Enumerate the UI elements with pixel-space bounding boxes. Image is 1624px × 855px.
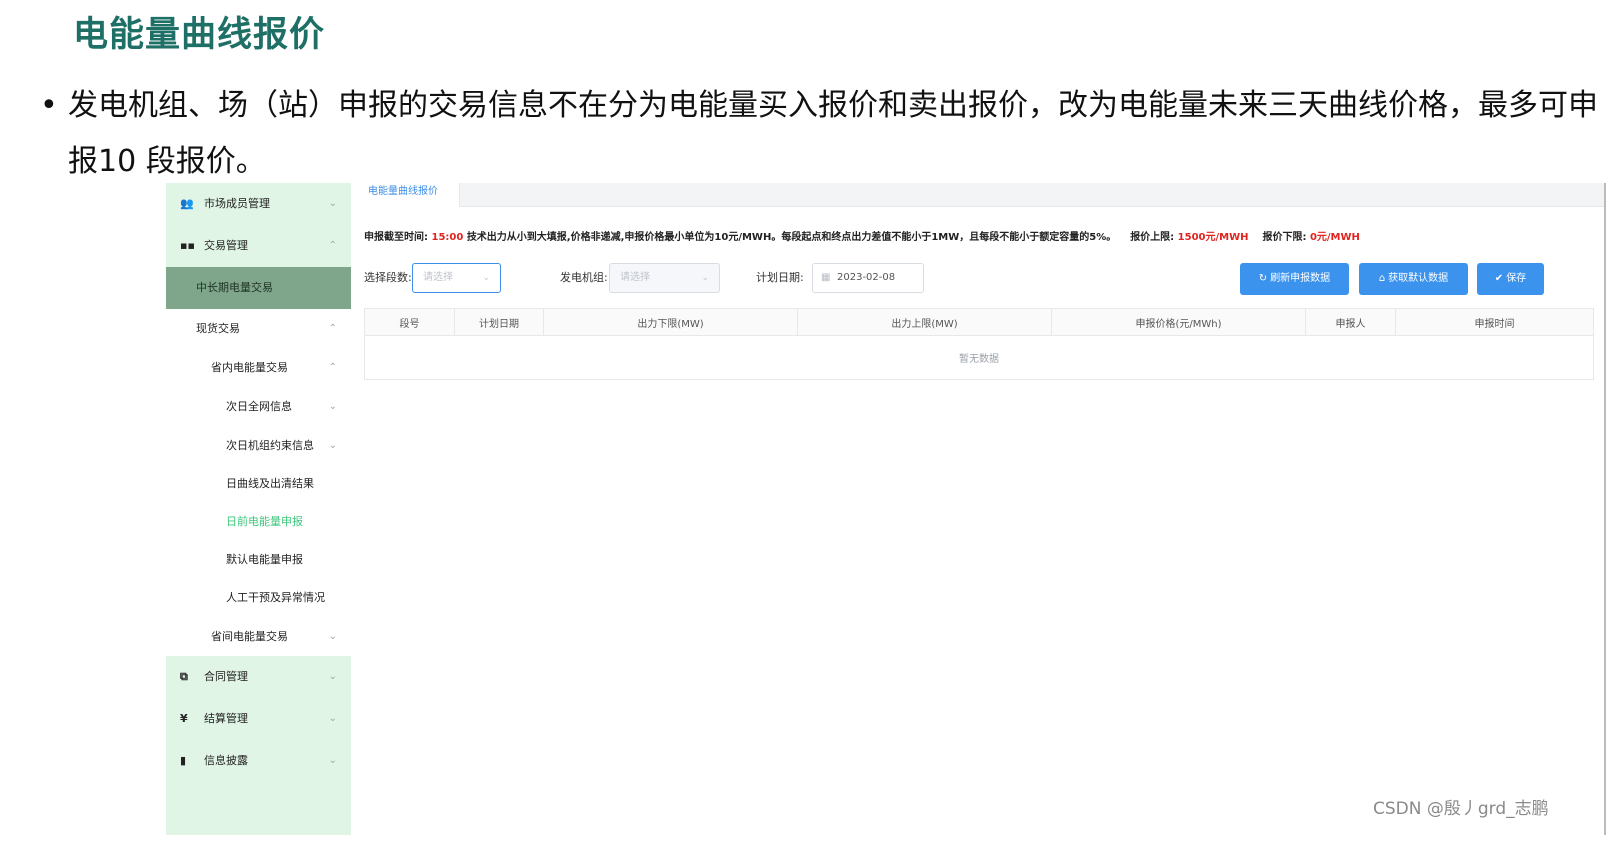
segments-placeholder: 请选择 bbox=[423, 272, 453, 283]
unit-select[interactable]: 请选择 ⌄ bbox=[609, 263, 720, 293]
chevron-up-icon: ⌃ bbox=[328, 362, 337, 373]
fetch-default-label: 获取默认数据 bbox=[1388, 273, 1449, 284]
plan-date-picker[interactable]: ▦ 2023-02-08 bbox=[812, 263, 924, 293]
save-button[interactable]: ✔ 保存 bbox=[1477, 263, 1544, 295]
sidebar-item-label: 结算管理 bbox=[204, 712, 248, 725]
sidebar-item-label: 省间电能量交易 bbox=[211, 630, 288, 643]
declaration-notice: 申报截至时间: 15:00 技术出力从小到大填报,价格非递减,申报价格最小单位为… bbox=[364, 228, 1360, 243]
sidebar-item-label: 日曲线及出清结果 bbox=[226, 477, 314, 490]
sidebar-item-manual-intervention[interactable]: 人工干预及异常情况 bbox=[166, 579, 351, 617]
unit-placeholder: 请选择 bbox=[620, 272, 650, 283]
main-panel: 电能量曲线报价 申报截至时间: 15:00 技术出力从小到大填报,价格非递减,申… bbox=[358, 183, 1606, 835]
refresh-label: 刷新申报数据 bbox=[1270, 273, 1331, 284]
sidebar-item-default-declaration[interactable]: 默认电能量申报 bbox=[166, 541, 351, 579]
chevron-down-icon: ⌄ bbox=[328, 631, 337, 642]
chevron-up-icon: ⌃ bbox=[328, 323, 337, 334]
sidebar-item-trade-management[interactable]: ▪▪ 交易管理 ⌃ bbox=[166, 225, 351, 267]
sidebar-item-label: 中长期电量交易 bbox=[196, 281, 273, 294]
sidebar-item-next-day-unit-constraints[interactable]: 次日机组约束信息 ⌄ bbox=[166, 426, 351, 465]
document-icon: ▮ bbox=[180, 754, 187, 767]
copy-icon: ⧉ bbox=[180, 670, 188, 683]
watermark: CSDN @殷丿grd_志鹏 bbox=[1373, 799, 1549, 819]
sidebar-item-label: 省内电能量交易 bbox=[211, 361, 288, 374]
sidebar-item-day-ahead-declaration[interactable]: 日前电能量申报 bbox=[166, 503, 351, 541]
save-label: 保存 bbox=[1506, 273, 1527, 284]
plan-date-label: 计划日期: bbox=[756, 271, 804, 284]
chevron-down-icon: ⌄ bbox=[328, 440, 337, 451]
notice-upper-label: 报价上限: bbox=[1130, 232, 1175, 243]
sidebar-item-mid-long-term[interactable]: 中长期电量交易 bbox=[166, 267, 351, 309]
sidebar-item-label: 人工干预及异常情况 bbox=[226, 591, 325, 604]
sidebar-item-disclosure[interactable]: ▮ 信息披露 ⌄ bbox=[166, 740, 351, 782]
sidebar-item-settlement[interactable]: ¥ 结算管理 ⌄ bbox=[166, 698, 351, 740]
refresh-icon: ↻ bbox=[1258, 273, 1268, 284]
chevron-down-icon: ⌄ bbox=[328, 671, 337, 682]
sidebar-submenu: 现货交易 ⌃ 省内电能量交易 ⌃ 次日全网信息 ⌄ 次日机组约束信息 ⌄ 日曲线… bbox=[166, 309, 351, 656]
fetch-default-button[interactable]: ⌂ 获取默认数据 bbox=[1359, 263, 1468, 295]
chevron-down-icon: ⌄ bbox=[482, 273, 490, 283]
col-declare-time[interactable]: 申报时间 bbox=[1395, 308, 1594, 336]
col-segment[interactable]: 段号 bbox=[364, 308, 455, 336]
notice-lower-value: 0元/MWH bbox=[1309, 232, 1360, 243]
segments-label: 选择段数: bbox=[364, 271, 412, 284]
home-icon: ⌂ bbox=[1378, 273, 1386, 284]
chevron-up-icon: ⌃ bbox=[328, 240, 337, 251]
sidebar-item-label: 信息披露 bbox=[204, 754, 248, 767]
sidebar-item-inter-provincial[interactable]: 省间电能量交易 ⌄ bbox=[166, 617, 351, 656]
notice-rules: 技术出力从小到大填报,价格非递减,申报价格最小单位为10元/MWH。每段起点和终… bbox=[466, 232, 1117, 243]
chevron-down-icon: ⌄ bbox=[328, 713, 337, 724]
sidebar-item-label: 默认电能量申报 bbox=[226, 553, 303, 566]
chevron-down-icon: ⌄ bbox=[701, 273, 709, 283]
sidebar-item-contracts[interactable]: ⧉ 合同管理 ⌄ bbox=[166, 656, 351, 698]
slide-bullet: • 发电机组、场（站）申报的交易信息不在分为电能量买入报价和卖出报价，改为电能量… bbox=[40, 78, 1620, 190]
declaration-table: 段号 计划日期 出力下限(MW) 出力上限(MW) 申报价格(元/MWh) 申报… bbox=[364, 308, 1594, 380]
refresh-declaration-button[interactable]: ↻ 刷新申报数据 bbox=[1240, 263, 1349, 295]
sidebar-item-label: 次日全网信息 bbox=[226, 400, 292, 413]
panel-border bbox=[1604, 183, 1606, 835]
sidebar-item-label: 次日机组约束信息 bbox=[226, 439, 314, 452]
sidebar-item-label: 合同管理 bbox=[204, 670, 248, 683]
sidebar-item-label: 交易管理 bbox=[204, 239, 248, 252]
plan-date-value: 2023-02-08 bbox=[837, 272, 896, 283]
segments-select[interactable]: 请选择 ⌄ bbox=[412, 263, 501, 293]
tab-energy-curve-quote[interactable]: 电能量曲线报价 bbox=[358, 183, 460, 207]
chevron-down-icon: ⌄ bbox=[328, 755, 337, 766]
col-plan-date[interactable]: 计划日期 bbox=[454, 308, 544, 336]
col-price[interactable]: 申报价格(元/MWh) bbox=[1051, 308, 1306, 336]
notice-lower-label: 报价下限: bbox=[1262, 232, 1307, 243]
chevron-down-icon: ⌄ bbox=[328, 401, 337, 412]
sidebar-item-label: 市场成员管理 bbox=[204, 197, 270, 210]
sidebar-item-label: 日前电能量申报 bbox=[226, 515, 303, 528]
col-declarant[interactable]: 申报人 bbox=[1305, 308, 1396, 336]
chevron-down-icon: ⌄ bbox=[328, 198, 337, 209]
calendar-icon: ▦ bbox=[821, 272, 831, 283]
grid-icon: ▪▪ bbox=[180, 239, 195, 252]
notice-upper-value: 1500元/MWH bbox=[1177, 232, 1249, 243]
sidebar-item-provincial-energy[interactable]: 省内电能量交易 ⌃ bbox=[166, 348, 351, 387]
col-output-max[interactable]: 出力上限(MW) bbox=[797, 308, 1052, 336]
bullet-text: 发电机组、场（站）申报的交易信息不在分为电能量买入报价和卖出报价，改为电能量未来… bbox=[68, 88, 1598, 179]
yen-icon: ¥ bbox=[180, 712, 188, 725]
bullet-dot: • bbox=[40, 88, 58, 123]
filter-form: 选择段数: 请选择 ⌄ 发电机组: 请选择 ⌄ 计划日期: ▦ 2023-02-… bbox=[364, 263, 1594, 295]
slide-title: 电能量曲线报价 bbox=[73, 15, 326, 55]
sidebar-item-next-day-grid-info[interactable]: 次日全网信息 ⌄ bbox=[166, 387, 351, 426]
tab-bar: 电能量曲线报价 bbox=[358, 183, 1604, 207]
empty-state: 暂无数据 bbox=[364, 335, 1594, 380]
sidebar-item-market-members[interactable]: 👥 市场成员管理 ⌄ bbox=[166, 183, 351, 225]
sidebar-item-spot-trade[interactable]: 现货交易 ⌃ bbox=[166, 309, 351, 348]
table-empty-row: 暂无数据 bbox=[364, 335, 1594, 380]
check-circle-icon: ✔ bbox=[1494, 273, 1504, 284]
sidebar-nav: 👥 市场成员管理 ⌄ ▪▪ 交易管理 ⌃ 中长期电量交易 现货交易 ⌃ 省内电能… bbox=[166, 183, 351, 835]
table-header-row: 段号 计划日期 出力下限(MW) 出力上限(MW) 申报价格(元/MWh) 申报… bbox=[364, 308, 1594, 336]
sidebar-item-label: 现货交易 bbox=[196, 322, 240, 335]
notice-deadline: 15:00 bbox=[431, 232, 464, 243]
sidebar-item-daily-curve-results[interactable]: 日曲线及出清结果 bbox=[166, 465, 351, 503]
notice-prefix: 申报截至时间: bbox=[364, 232, 428, 243]
users-icon: 👥 bbox=[180, 197, 194, 210]
col-output-min[interactable]: 出力下限(MW) bbox=[543, 308, 798, 336]
unit-label: 发电机组: bbox=[560, 271, 608, 284]
